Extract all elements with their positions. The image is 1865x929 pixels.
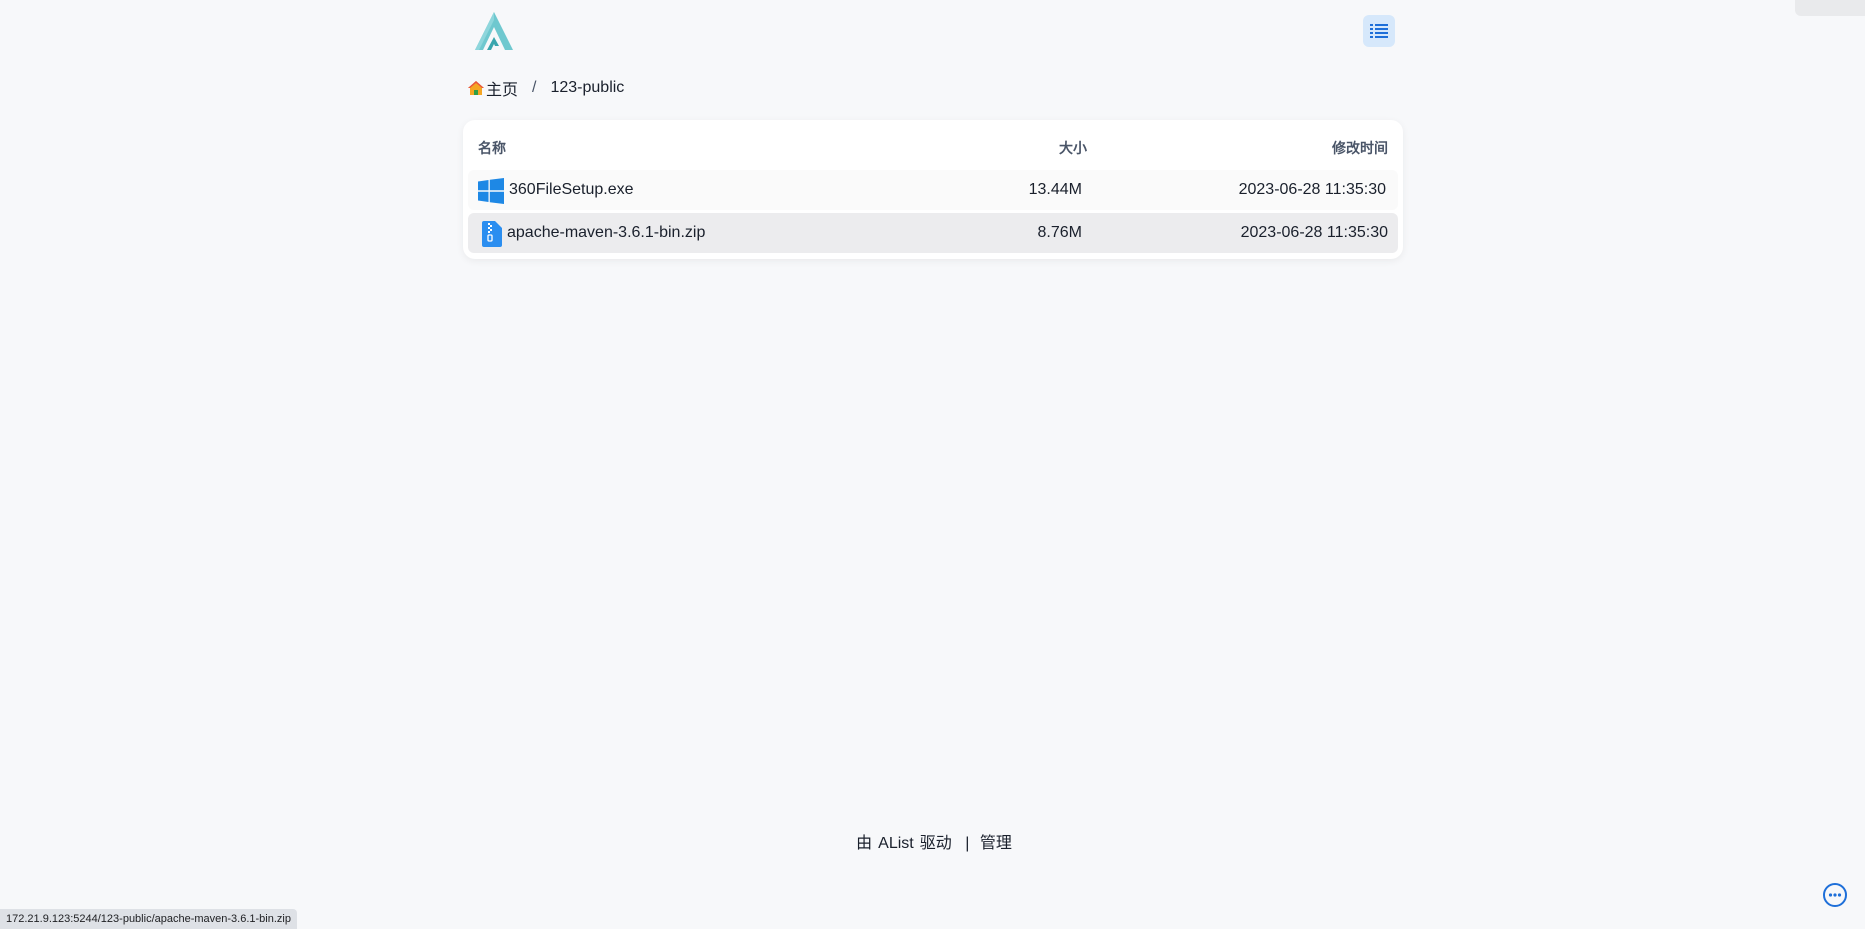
file-name: apache-maven-3.6.1-bin.zip <box>507 224 706 241</box>
column-header-name[interactable]: 名称 <box>478 138 506 158</box>
breadcrumb-current[interactable]: 123-public <box>550 79 624 97</box>
powered-by-prefix: 由 <box>856 835 873 852</box>
file-size: 13.44M <box>1028 181 1082 198</box>
more-dots-icon[interactable] <box>1822 882 1848 908</box>
file-row[interactable]: 360FileSetup.exe 13.44M 2023-06-28 11:35… <box>468 170 1398 210</box>
list-icon <box>1370 24 1388 38</box>
file-list: 名称 大小 修改时间 360FileSetup.exe 13.44M 2023-… <box>463 120 1403 259</box>
file-size: 8.76M <box>1037 224 1082 241</box>
file-row[interactable]: apache-maven-3.6.1-bin.zip 8.76M 2023-06… <box>468 213 1398 253</box>
powered-by-name: AList <box>878 835 914 852</box>
column-header-size[interactable]: 大小 <box>1059 138 1087 158</box>
powered-by-link[interactable]: 由 AList 驱动 <box>853 835 959 852</box>
page: 主页 / 123-public 名称 大小 修改时间 360FileSetup.… <box>0 0 1865 929</box>
footer: 由 AList 驱动 | 管理 <box>0 829 1865 853</box>
alist-logo-icon[interactable] <box>471 10 517 52</box>
file-modified: 2023-06-28 11:35:30 <box>1240 224 1388 241</box>
breadcrumb-home[interactable]: 主页 <box>467 76 518 100</box>
powered-by-suffix: 驱动 <box>919 835 952 852</box>
status-bar-url: 172.21.9.123:5244/123-public/apache-mave… <box>0 909 297 929</box>
zip-file-icon <box>482 221 502 247</box>
file-name: 360FileSetup.exe <box>509 181 634 198</box>
layout-toggle-button[interactable] <box>1363 15 1395 47</box>
home-icon <box>468 81 484 95</box>
file-list-header: 名称 大小 修改时间 <box>463 120 1403 170</box>
header <box>463 8 1403 54</box>
manage-link[interactable]: 管理 <box>980 835 1012 852</box>
corner-tab[interactable] <box>1795 0 1865 16</box>
windows-icon <box>478 178 504 204</box>
file-modified: 2023-06-28 11:35:30 <box>1238 181 1386 198</box>
breadcrumb-home-label: 主页 <box>486 82 519 99</box>
column-header-modified[interactable]: 修改时间 <box>1332 138 1388 158</box>
breadcrumb: 主页 / 123-public <box>467 77 624 99</box>
breadcrumb-separator: / <box>532 79 537 96</box>
footer-separator: | <box>965 835 970 852</box>
